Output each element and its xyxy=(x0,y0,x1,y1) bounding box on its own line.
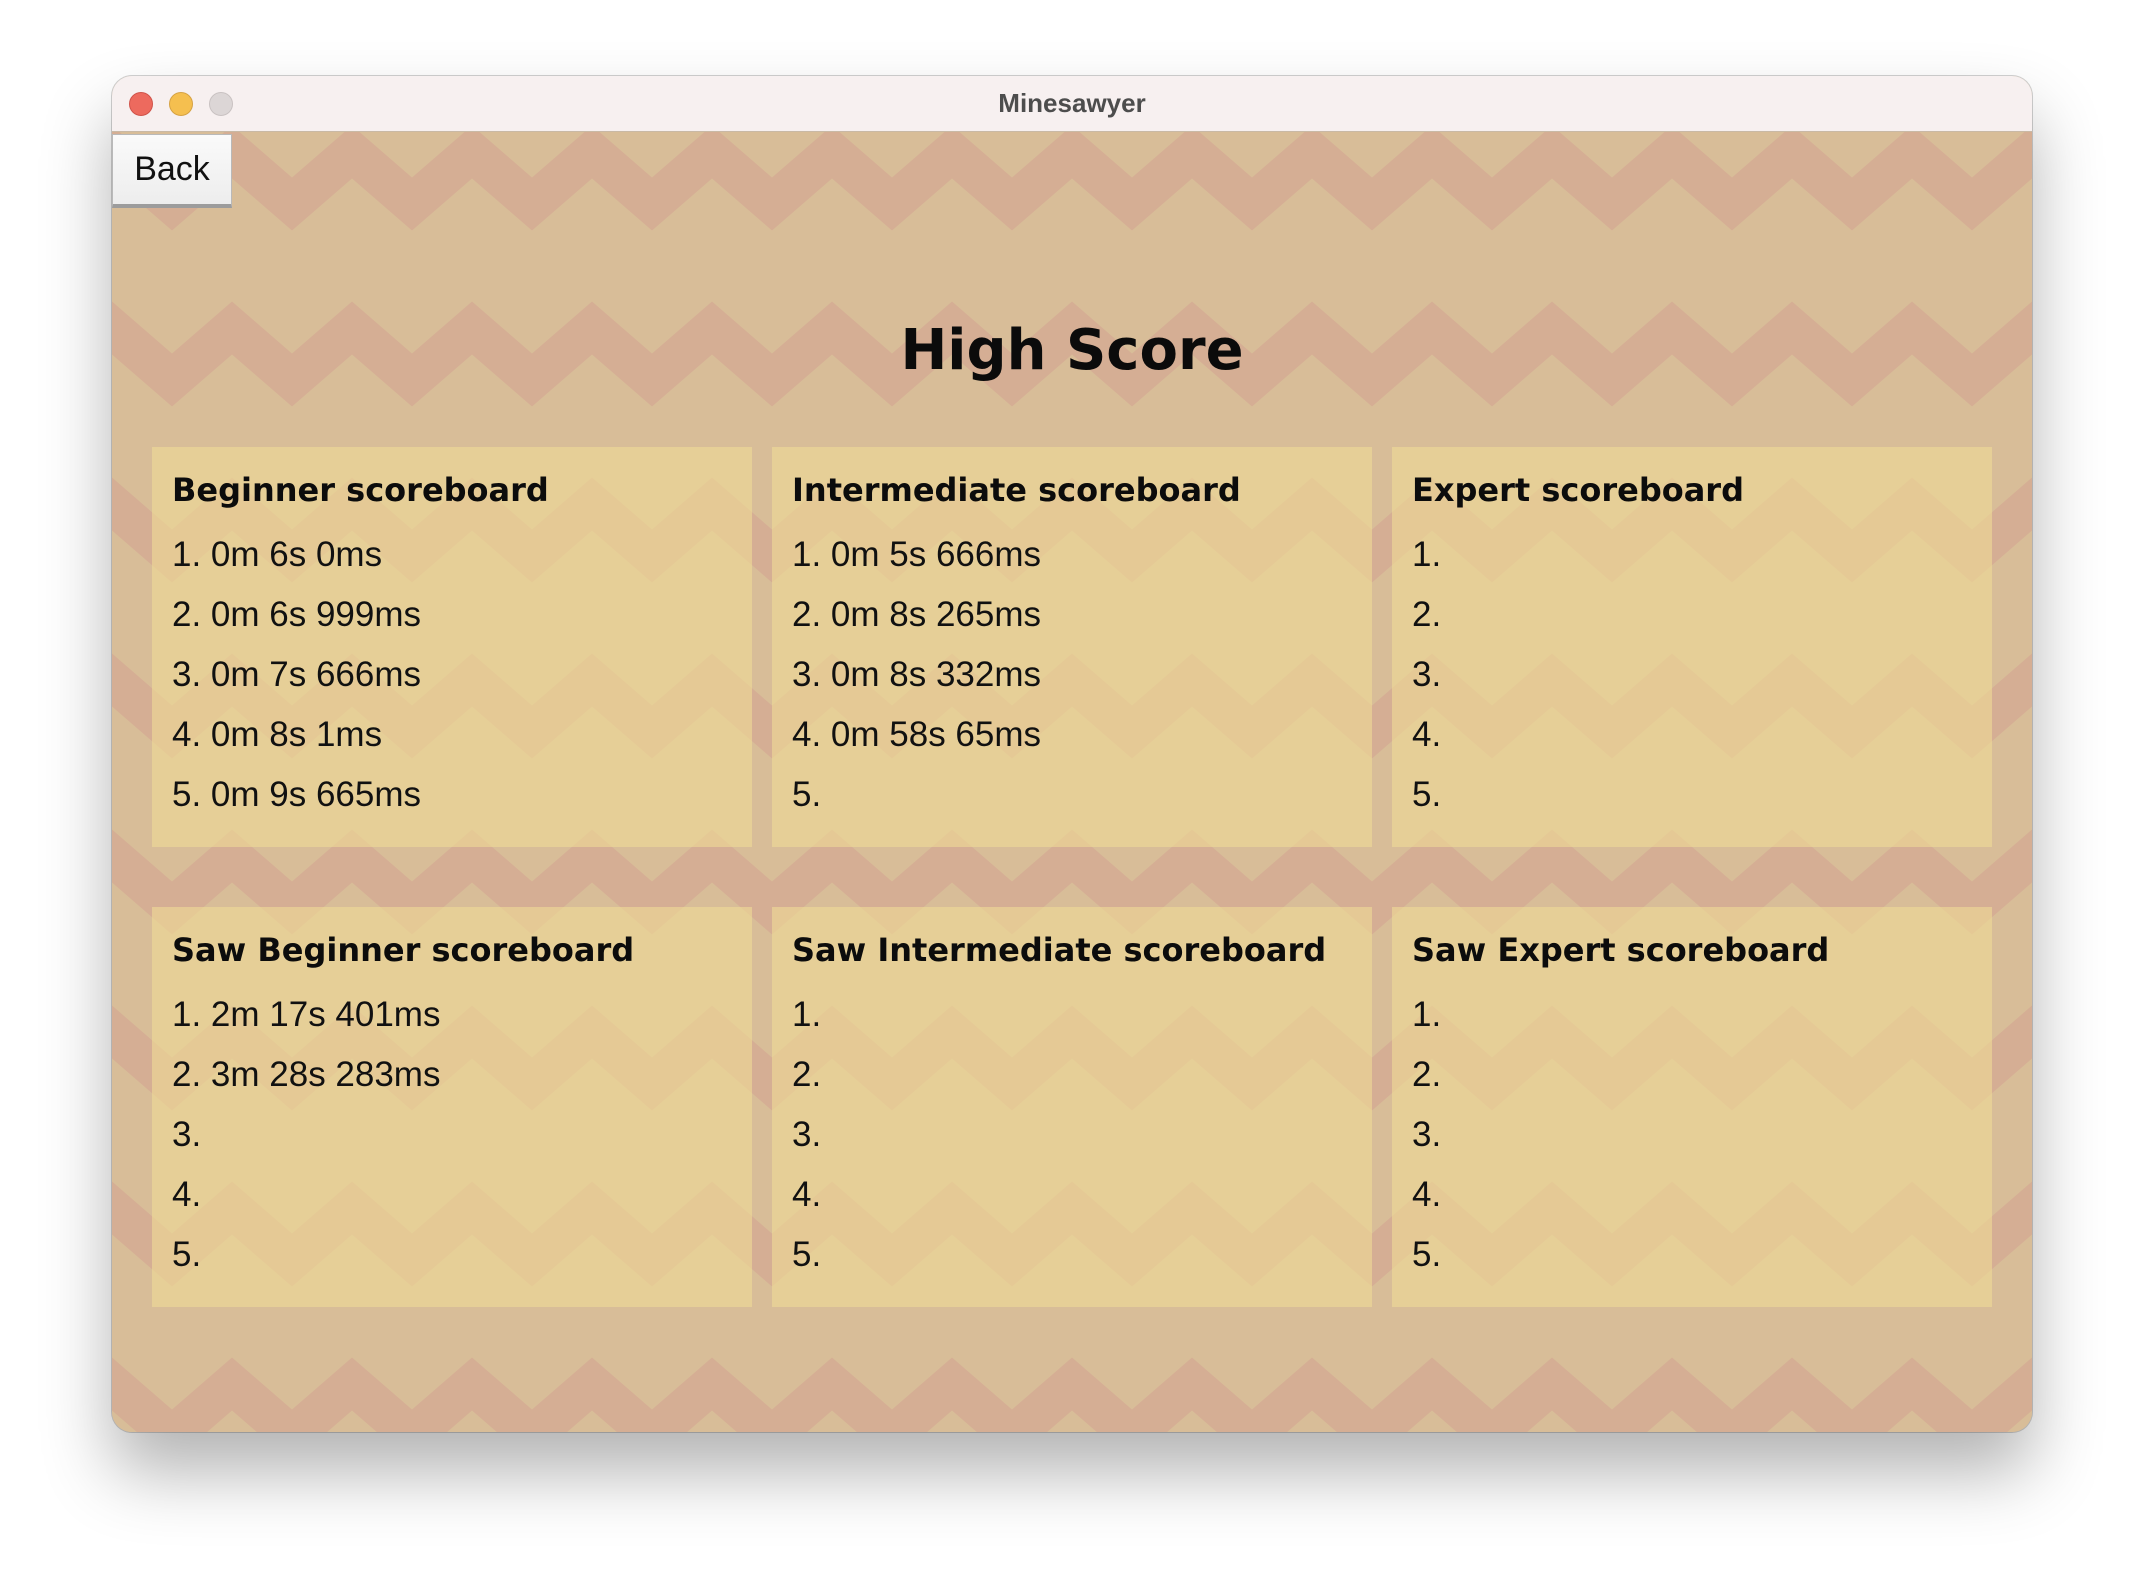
score-entry: 5. xyxy=(792,775,822,814)
score-entry: 5. xyxy=(1412,1235,1442,1274)
score-entry: 2. xyxy=(792,1055,822,1094)
score-entry: 3. xyxy=(792,1115,822,1154)
score-entry: 4. xyxy=(1412,1175,1442,1214)
score-entry: 1. xyxy=(792,995,822,1034)
scoreboard-intermediate: Intermediate scoreboard 1. 0m 5s 666ms 2… xyxy=(772,447,1372,847)
scoreboard-title: Expert scoreboard xyxy=(1412,471,1744,509)
scoreboard-title: Saw Intermediate scoreboard xyxy=(792,931,1327,969)
score-entry: 4. 0m 58s 65ms xyxy=(792,715,1041,754)
high-score-screen: Back High Score Beginner scoreboard 1. 0… xyxy=(112,132,2032,1432)
score-entry: 3. xyxy=(172,1115,202,1154)
score-entry: 4. xyxy=(792,1175,822,1214)
score-entry: 5. xyxy=(792,1235,822,1274)
score-entry: 5. xyxy=(172,1235,202,1274)
title-bar[interactable]: Minesawyer xyxy=(112,76,2032,132)
score-entry: 1. 0m 5s 666ms xyxy=(792,535,1041,574)
score-entry: 1. 0m 6s 0ms xyxy=(172,535,383,574)
scoreboard-title: Beginner scoreboard xyxy=(172,471,549,509)
score-entry: 5. 0m 9s 665ms xyxy=(172,775,421,814)
scoreboard-saw-beginner: Saw Beginner scoreboard 1. 2m 17s 401ms … xyxy=(152,907,752,1307)
score-entry: 1. xyxy=(1412,995,1442,1034)
score-entry: 4. 0m 8s 1ms xyxy=(172,715,383,754)
score-entry: 4. xyxy=(172,1175,202,1214)
score-entry: 3. 0m 7s 666ms xyxy=(172,655,421,694)
scoreboard-title: Saw Expert scoreboard xyxy=(1412,931,1830,969)
score-entry: 2. 0m 8s 265ms xyxy=(792,595,1041,634)
back-button[interactable]: Back xyxy=(112,134,232,208)
score-entry: 2. 3m 28s 283ms xyxy=(172,1055,441,1094)
scoreboard-title: Intermediate scoreboard xyxy=(792,471,1241,509)
app-window: Minesawyer Back High Score Beginner scor… xyxy=(112,76,2032,1432)
scoreboard-title: Saw Beginner scoreboard xyxy=(172,931,635,969)
page-title: High Score xyxy=(900,318,1244,383)
score-entry: 1. xyxy=(1412,535,1442,574)
score-entry: 3. 0m 8s 332ms xyxy=(792,655,1041,694)
scoreboard-beginner: Beginner scoreboard 1. 0m 6s 0ms 2. 0m 6… xyxy=(152,447,752,847)
scoreboard-saw-intermediate: Saw Intermediate scoreboard 1. 2. 3. 4. … xyxy=(772,907,1372,1307)
score-entry: 3. xyxy=(1412,655,1442,694)
score-entry: 5. xyxy=(1412,775,1442,814)
score-entry: 4. xyxy=(1412,715,1442,754)
score-entry: 2. xyxy=(1412,1055,1442,1094)
window-title: Minesawyer xyxy=(998,88,1146,118)
scoreboard-saw-expert: Saw Expert scoreboard 1. 2. 3. 4. 5. xyxy=(1392,907,1992,1307)
scoreboard-expert: Expert scoreboard 1. 2. 3. 4. 5. xyxy=(1392,447,1992,847)
score-entry: 3. xyxy=(1412,1115,1442,1154)
score-entry: 2. 0m 6s 999ms xyxy=(172,595,421,634)
desktop: Minesawyer Back High Score Beginner scor… xyxy=(0,0,2144,1580)
score-entry: 1. 2m 17s 401ms xyxy=(172,995,441,1034)
score-entry: 2. xyxy=(1412,595,1442,634)
